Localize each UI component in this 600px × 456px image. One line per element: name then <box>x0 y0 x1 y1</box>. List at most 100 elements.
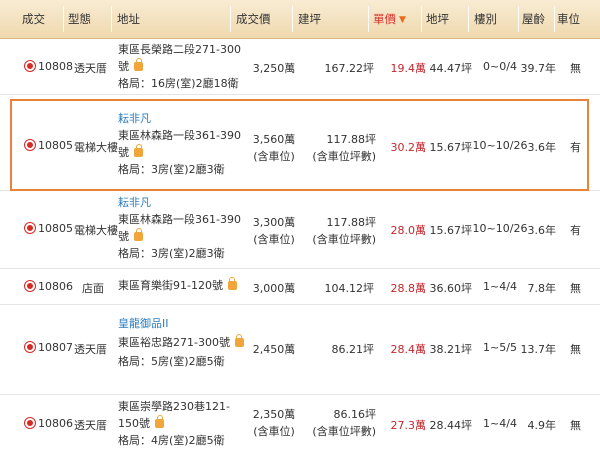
building-name-link[interactable]: 耘非凡 <box>118 110 241 127</box>
col-unit-price-label: 單價 <box>373 12 396 26</box>
building-area: 86.16坪 (含車位坪數) <box>296 406 376 440</box>
address[interactable]: 皇龍御品II 東區裕忠路271-300號 格局：5房(室)2廳5衛 <box>118 314 244 371</box>
address-line: 號 <box>118 60 129 73</box>
property-type: 店面 <box>82 282 104 295</box>
table-row[interactable]: 10806 店面 東區育樂街91-120號 3,000萬 104.12坪 28.… <box>0 268 600 305</box>
deal-price: 2,450萬 <box>252 343 296 356</box>
unit-price: 19.4萬 <box>390 62 427 75</box>
deal-date: 10807 <box>38 341 73 354</box>
address-line: 東區崇學路230巷121- <box>118 400 230 413</box>
col-land[interactable]: 地坪 <box>426 0 449 38</box>
table-row[interactable]: 10806 透天厝 東區崇學路230巷121- 150號 格局：4房(室)2廳5… <box>0 394 600 456</box>
col-parking[interactable]: 車位 <box>557 0 580 38</box>
building-age: 7.8年 <box>527 282 557 295</box>
header-divider <box>518 6 519 32</box>
land-area: 28.44坪 <box>429 419 473 432</box>
target-icon <box>24 60 36 72</box>
address-line: 東區長榮路二段271-300 <box>118 43 241 56</box>
header-divider <box>230 6 231 32</box>
header-divider <box>368 6 369 32</box>
target-icon <box>24 222 36 234</box>
area-value: 117.88坪 <box>326 216 377 229</box>
parking: 有 <box>570 141 581 154</box>
col-area[interactable]: 建坪 <box>298 0 321 38</box>
lock-icon <box>134 228 143 241</box>
header-divider <box>292 6 293 32</box>
building-area: 86.21坪 <box>331 343 375 356</box>
land-area: 15.67坪 <box>429 141 473 154</box>
header-divider <box>554 6 555 32</box>
parking: 無 <box>570 419 581 432</box>
col-age[interactable]: 屋齡 <box>522 0 545 38</box>
table-row[interactable]: 10805 電梯大樓 耘非凡 東區林森路一段361-390 號 格局：3房(室)… <box>0 190 600 269</box>
address[interactable]: 耘非凡 東區林森路一段361-390 號 格局：3房(室)2廳3衛 <box>118 194 241 262</box>
building-age: 4.9年 <box>527 419 557 432</box>
col-price[interactable]: 成交價 <box>236 0 271 38</box>
property-type: 透天厝 <box>74 343 107 356</box>
deal-price: 3,300萬 (含車位) <box>244 214 304 248</box>
deal-date: 10805 <box>38 222 73 235</box>
header-divider <box>421 6 422 32</box>
area-value: 86.16坪 <box>333 408 377 421</box>
area-value: 117.88坪 <box>326 133 377 146</box>
price-note: (含車位) <box>253 233 295 246</box>
address[interactable]: 東區育樂街91-120號 <box>118 277 237 294</box>
col-unit-price[interactable]: 單價 ▼ <box>373 0 406 38</box>
target-icon <box>24 341 36 353</box>
parking: 有 <box>570 224 581 237</box>
target-icon <box>24 139 36 151</box>
building-age: 3.6年 <box>527 224 557 237</box>
unit-price: 27.3萬 <box>390 419 427 432</box>
col-address[interactable]: 地址 <box>117 0 140 38</box>
table-row[interactable]: 10805 電梯大樓 耘非凡 東區林森路一段361-390 號 格局：3房(室)… <box>0 100 600 191</box>
address-line: 東區裕忠路271-300號 <box>118 336 230 349</box>
deal-price: 3,250萬 <box>252 62 296 75</box>
unit-price: 28.4萬 <box>390 343 427 356</box>
address-line: 東區林森路一段361-390 <box>118 129 241 142</box>
header-divider <box>468 6 469 32</box>
building-name-link[interactable]: 皇龍御品II <box>118 314 244 333</box>
address-line: 東區育樂街91-120號 <box>118 279 223 292</box>
deal-date: 10806 <box>38 280 73 293</box>
target-icon <box>24 280 36 292</box>
parking: 無 <box>570 282 581 295</box>
lock-icon <box>134 58 143 71</box>
building-name-link[interactable]: 耘非凡 <box>118 194 241 211</box>
address[interactable]: 東區長榮路二段271-300 號 格局：16房(室)2廳18衛 <box>118 41 241 92</box>
deal-price: 3,560萬 (含車位) <box>244 131 304 165</box>
table-row[interactable]: 10808 透天厝 東區長榮路二段271-300 號 格局：16房(室)2廳18… <box>0 38 600 95</box>
building-age: 3.6年 <box>527 141 557 154</box>
property-type: 透天厝 <box>74 62 107 75</box>
layout-info: 格局：3房(室)2廳3衛 <box>118 247 225 260</box>
address-line: 150號 <box>118 417 150 430</box>
header-divider <box>111 6 112 32</box>
layout-info: 格局：5房(室)2廳5衛 <box>118 355 225 368</box>
address-line: 東區林森路一段361-390 <box>118 213 241 226</box>
col-date[interactable]: 成交 <box>22 0 45 38</box>
price-note: (含車位) <box>253 150 295 163</box>
property-type: 電梯大樓 <box>74 224 118 237</box>
col-floor[interactable]: 樓別 <box>474 0 497 38</box>
deal-date: 10805 <box>38 139 73 152</box>
address[interactable]: 耘非凡 東區林森路一段361-390 號 格局：3房(室)2廳3衛 <box>118 110 241 178</box>
col-type[interactable]: 型態 <box>68 0 91 38</box>
target-icon <box>24 417 36 429</box>
building-area: 117.88坪 (含車位坪數) <box>296 131 376 165</box>
deal-price: 3,000萬 <box>252 282 296 295</box>
table-row[interactable]: 10807 透天厝 皇龍御品II 東區裕忠路271-300號 格局：5房(室)2… <box>0 304 600 395</box>
lock-icon <box>155 415 164 428</box>
deal-price: 2,350萬 (含車位) <box>244 406 304 440</box>
area-note: (含車位坪數) <box>312 425 376 438</box>
property-type: 透天厝 <box>74 419 107 432</box>
table-header: 成交 型態 地址 成交價 建坪 單價 ▼ 地坪 樓別 屋齡 車位 <box>0 0 600 39</box>
building-age: 13.7年 <box>520 343 557 356</box>
layout-info: 格局：3房(室)2廳3衛 <box>118 163 225 176</box>
address[interactable]: 東區崇學路230巷121- 150號 格局：4房(室)2廳5衛 <box>118 398 230 449</box>
unit-price: 28.8萬 <box>390 282 427 295</box>
deal-date: 10808 <box>38 60 73 73</box>
address-line: 號 <box>118 230 129 243</box>
sort-desc-icon[interactable]: ▼ <box>399 15 406 25</box>
building-age: 39.7年 <box>520 62 557 75</box>
price-value: 2,350萬 <box>252 408 296 421</box>
parking: 無 <box>570 343 581 356</box>
